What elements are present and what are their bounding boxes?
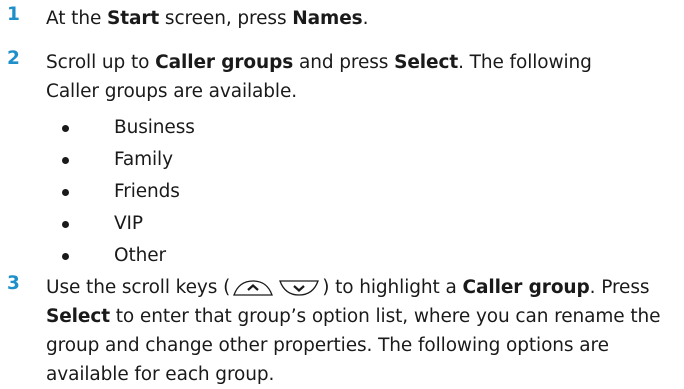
step-number: 1 xyxy=(7,4,20,25)
caller-group-list: Business Family Friends VIP Other xyxy=(62,112,195,272)
step-text: Use the scroll keys () to highlight a Ca… xyxy=(46,277,661,385)
bullet-icon xyxy=(62,189,69,196)
list-item: Friends xyxy=(62,176,195,208)
list-item: Family xyxy=(62,144,195,176)
select-label: Select xyxy=(46,306,110,327)
list-item: VIP xyxy=(62,208,195,240)
bullet-icon xyxy=(62,157,69,164)
step-text: Scroll up to Caller groups and press Sel… xyxy=(46,52,592,102)
caller-groups-label: Caller groups xyxy=(155,52,294,73)
bullet-icon xyxy=(62,253,69,260)
scroll-up-key-icon xyxy=(231,278,275,298)
list-item: Other xyxy=(62,240,195,272)
names-label: Names xyxy=(292,8,363,29)
step-number: 2 xyxy=(7,48,20,69)
step-number: 3 xyxy=(7,273,20,294)
instruction-page: 1 At the Start screen, press Names. 2 Sc… xyxy=(0,0,684,389)
list-item: Business xyxy=(62,112,195,144)
start-label: Start xyxy=(107,8,160,29)
caller-group-label: Caller group xyxy=(462,277,590,298)
step-text: At the Start screen, press Names. xyxy=(46,8,369,29)
scroll-down-key-icon xyxy=(277,278,321,298)
select-label: Select xyxy=(394,52,459,73)
bullet-icon xyxy=(62,221,69,228)
bullet-icon xyxy=(62,125,69,132)
